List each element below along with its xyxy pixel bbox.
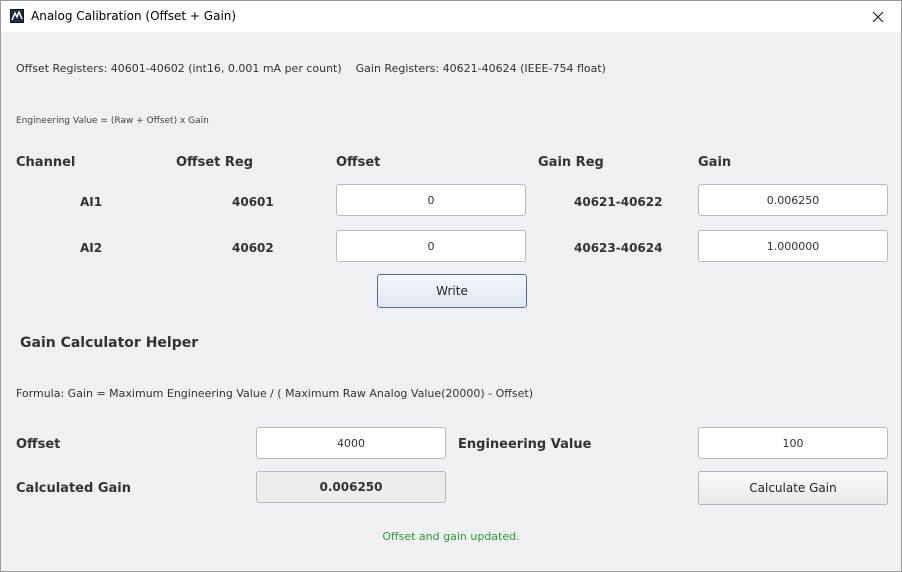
title-bar: Analog Calibration (Offset + Gain) bbox=[1, 1, 901, 32]
formula-note: Engineering Value = (Raw + Offset) x Gai… bbox=[16, 116, 209, 126]
row2-offset-reg: 40602 bbox=[232, 241, 274, 255]
calculator-formula: Formula: Gain = Maximum Engineering Valu… bbox=[16, 387, 533, 400]
header-offset-reg: Offset Reg bbox=[176, 155, 254, 170]
calibration-window: Analog Calibration (Offset + Gain) Offse… bbox=[0, 0, 902, 572]
calc-offset-input[interactable]: 4000 bbox=[256, 427, 446, 459]
row1-gain-input[interactable]: 0.006250 bbox=[698, 184, 888, 216]
write-button[interactable]: Write bbox=[377, 274, 527, 308]
row2-gain-input[interactable]: 1.000000 bbox=[698, 230, 888, 262]
calculated-gain-value: 0.006250 bbox=[256, 471, 446, 503]
row1-offset-input[interactable]: 0 bbox=[336, 184, 526, 216]
row2-offset-input[interactable]: 0 bbox=[336, 230, 526, 262]
row1-gain-reg: 40621-40622 bbox=[574, 195, 663, 209]
header-channel: Channel bbox=[16, 155, 76, 170]
calculated-gain-label: Calculated Gain bbox=[16, 481, 131, 496]
calc-offset-label: Offset bbox=[16, 437, 61, 452]
header-gain: Gain bbox=[698, 155, 732, 170]
header-offset: Offset bbox=[336, 155, 381, 170]
row1-offset-reg: 40601 bbox=[232, 195, 274, 209]
header-gain-reg: Gain Reg bbox=[538, 155, 604, 170]
status-message: Offset and gain updated. bbox=[382, 530, 520, 543]
row1-channel: AI1 bbox=[80, 195, 103, 209]
eng-value-label: Engineering Value bbox=[458, 437, 592, 452]
close-button[interactable] bbox=[855, 1, 901, 32]
app-icon bbox=[10, 9, 24, 23]
calculator-title: Gain Calculator Helper bbox=[20, 335, 199, 351]
row2-gain-reg: 40623-40624 bbox=[574, 241, 663, 255]
eng-value-input[interactable]: 100 bbox=[698, 427, 888, 459]
close-icon bbox=[872, 11, 884, 22]
register-info: Offset Registers: 40601-40602 (int16, 0.… bbox=[16, 62, 606, 75]
calculate-gain-button[interactable]: Calculate Gain bbox=[698, 471, 888, 505]
window-title: Analog Calibration (Offset + Gain) bbox=[31, 9, 237, 23]
row2-channel: AI2 bbox=[80, 241, 103, 255]
